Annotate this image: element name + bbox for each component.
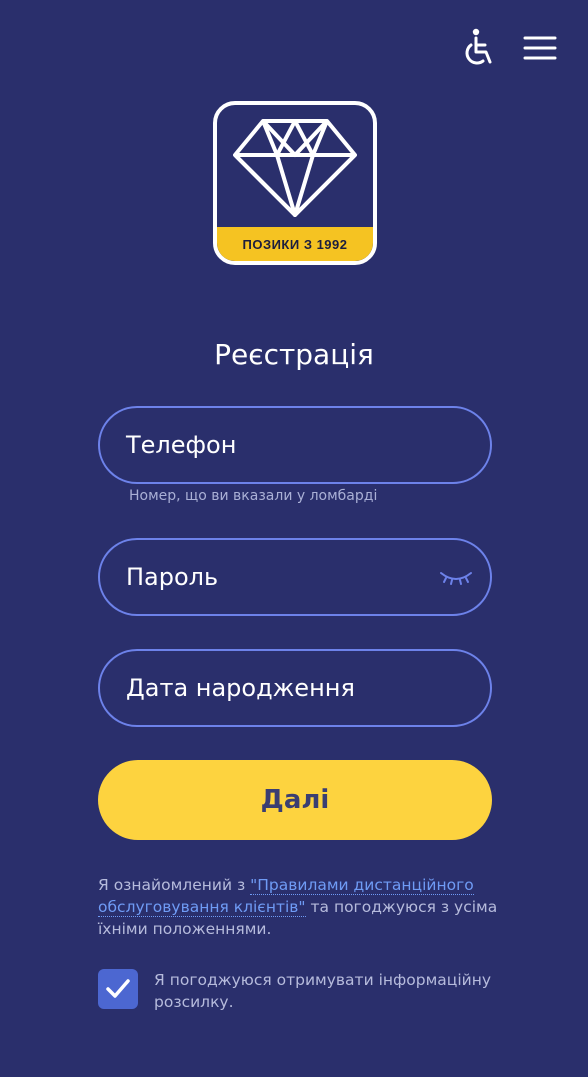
phone-field[interactable]: Телефон: [98, 406, 492, 484]
newsletter-label: Я погоджуюся отримувати інформаційну роз…: [154, 971, 492, 1011]
top-bar: [460, 28, 558, 68]
eye-closed-icon[interactable]: [438, 567, 474, 587]
password-field[interactable]: Пароль: [98, 538, 492, 616]
next-button[interactable]: Далі: [98, 760, 492, 840]
phone-hint: Номер, що ви вказали у ломбарді: [129, 488, 378, 504]
birthdate-field[interactable]: Дата народження: [98, 649, 492, 727]
terms-text: Я ознайомлений з "Правилами дистанційног…: [98, 874, 498, 940]
brand-logo: ПОЗИКИ З 1992: [213, 101, 377, 265]
checkmark-icon: [106, 979, 130, 998]
newsletter-consent: Я погоджуюся отримувати інформаційну роз…: [98, 969, 494, 1013]
phone-field-label: Телефон: [126, 431, 237, 459]
birthdate-field-label: Дата народження: [126, 674, 355, 702]
logo-tagline: ПОЗИКИ З 1992: [217, 227, 373, 261]
wheelchair-icon[interactable]: [460, 28, 496, 68]
terms-prefix: Я ознайомлений з: [98, 876, 251, 894]
hamburger-menu-icon[interactable]: [522, 28, 558, 68]
page-title: Реєстрація: [214, 338, 374, 371]
diamond-icon: [233, 119, 357, 217]
newsletter-checkbox[interactable]: [98, 969, 138, 1009]
password-field-label: Пароль: [126, 563, 219, 591]
